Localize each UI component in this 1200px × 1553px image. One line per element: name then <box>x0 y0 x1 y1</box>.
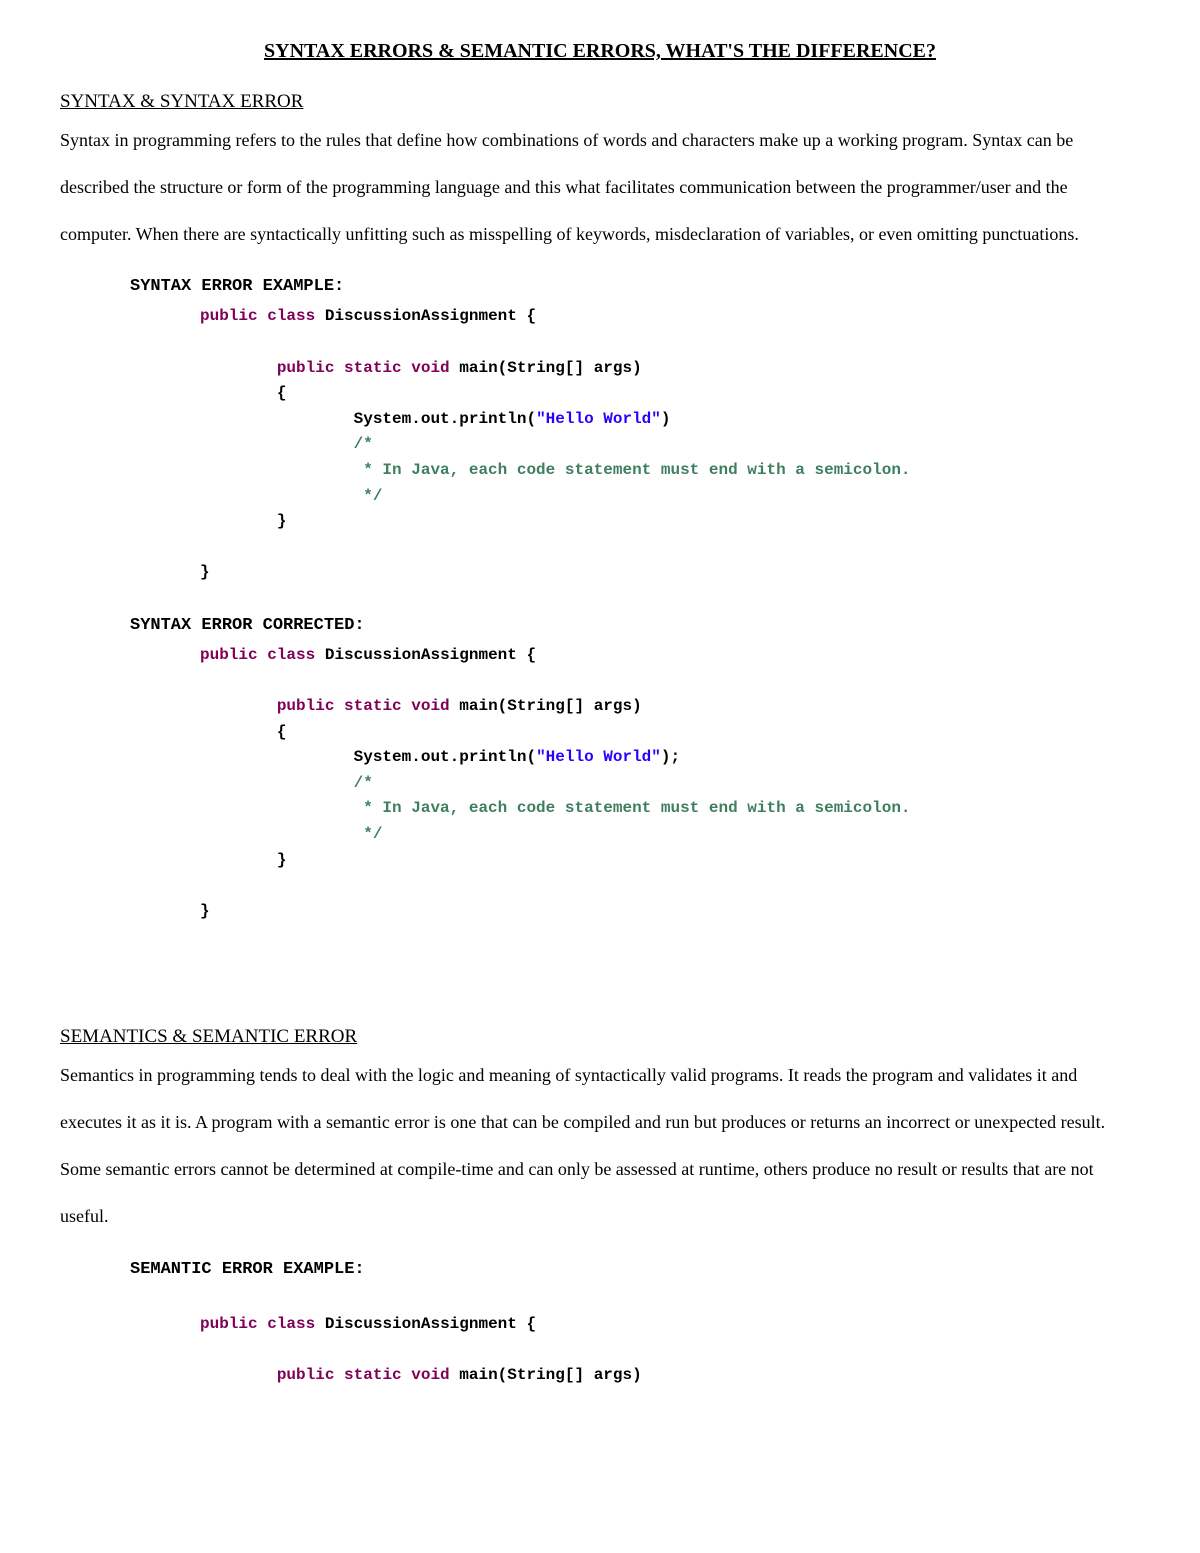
brace-close: } <box>277 512 287 530</box>
str-hello: "Hello World" <box>536 410 661 428</box>
code1-heading: SYNTAX ERROR EXAMPLE: <box>130 277 1140 296</box>
main-sig2: args) <box>594 697 642 715</box>
cls-name: DiscussionAssignment { <box>325 1315 536 1333</box>
cls-name: DiscussionAssignment { <box>325 646 536 664</box>
println-part1: System.out.println( <box>354 410 536 428</box>
kw-public: public <box>200 646 258 664</box>
brace-close: } <box>277 851 287 869</box>
kw-static: static <box>344 359 402 377</box>
main-sig2: args) <box>594 1366 642 1384</box>
brace-open: { <box>277 723 287 741</box>
println-close: ) <box>661 410 671 428</box>
brace-close2: } <box>200 902 210 920</box>
str-hello: "Hello World" <box>536 748 661 766</box>
brace-close2: } <box>200 563 210 581</box>
kw-public: public <box>200 307 258 325</box>
kw-static: static <box>344 1366 402 1384</box>
cmt-body: * In Java, each code statement must end … <box>354 461 911 479</box>
section2-heading: SEMANTICS & SEMANTIC ERROR <box>60 1026 1140 1048</box>
kw-class: class <box>267 646 315 664</box>
code2-heading: SYNTAX ERROR CORRECTED: <box>130 616 1140 635</box>
cls-name: DiscussionAssignment { <box>325 307 536 325</box>
code1-block: public class DiscussionAssignment { publ… <box>200 304 1140 586</box>
kw-public: public <box>200 1315 258 1333</box>
kw-void: void <box>411 1366 449 1384</box>
kw-public: public <box>277 1366 335 1384</box>
code3-block: public class DiscussionAssignment { publ… <box>200 1287 1140 1389</box>
main-sig1: main(String[] <box>459 359 584 377</box>
kw-public: public <box>277 359 335 377</box>
kw-class: class <box>267 307 315 325</box>
kw-void: void <box>411 359 449 377</box>
cmt-open: /* <box>354 774 373 792</box>
code3-heading: SEMANTIC ERROR EXAMPLE: <box>130 1260 1140 1279</box>
println-close: ); <box>661 748 680 766</box>
section1-heading: SYNTAX & SYNTAX ERROR <box>60 91 1140 113</box>
section2-body: Semantics in programming tends to deal w… <box>60 1052 1140 1239</box>
brace-open: { <box>277 384 287 402</box>
cmt-open: /* <box>354 435 373 453</box>
page-title: SYNTAX ERRORS & SEMANTIC ERRORS, WHAT'S … <box>60 40 1140 63</box>
println-part1: System.out.println( <box>354 748 536 766</box>
main-sig2: args) <box>594 359 642 377</box>
kw-void: void <box>411 697 449 715</box>
cmt-close: */ <box>354 487 383 505</box>
kw-class: class <box>267 1315 315 1333</box>
main-sig1: main(String[] <box>459 1366 584 1384</box>
section1-body: Syntax in programming refers to the rule… <box>60 117 1140 257</box>
kw-static: static <box>344 697 402 715</box>
main-sig1: main(String[] <box>459 697 584 715</box>
kw-public: public <box>277 697 335 715</box>
cmt-body: * In Java, each code statement must end … <box>354 799 911 817</box>
cmt-close: */ <box>354 825 383 843</box>
code2-block: public class DiscussionAssignment { publ… <box>200 643 1140 925</box>
